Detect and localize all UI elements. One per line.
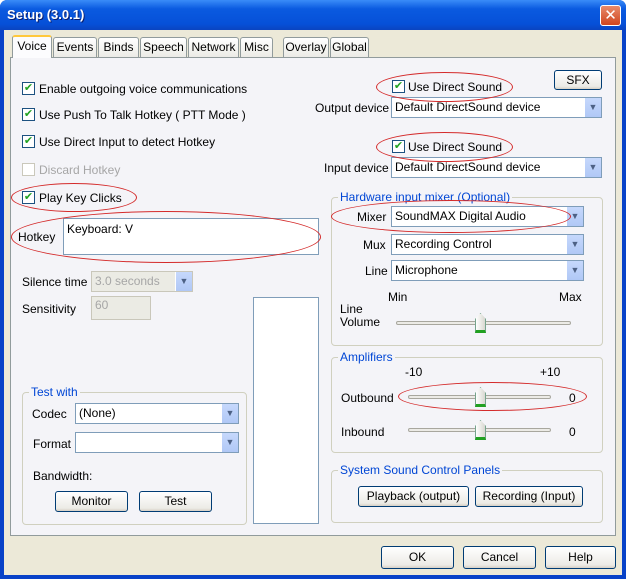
input-direct-sound-checkbox[interactable]: ✔	[392, 140, 405, 153]
chevron-down-icon: ▼	[221, 404, 238, 423]
sound-panels-title: System Sound Control Panels	[338, 463, 503, 477]
line-value: Microphone	[395, 263, 458, 277]
inbound-label: Inbound	[341, 425, 385, 439]
window-title: Setup (3.0.1)	[7, 7, 85, 22]
playback-button[interactable]: Playback (output)	[358, 486, 469, 507]
mixer-value: SoundMAX Digital Audio	[395, 209, 526, 223]
chevron-down-icon: ▼	[175, 272, 192, 291]
help-button[interactable]: Help	[545, 546, 616, 569]
tab-events[interactable]: Events	[53, 37, 97, 57]
line-select[interactable]: Microphone ▼	[391, 260, 584, 281]
play-key-clicks-checkbox[interactable]: ✔	[22, 191, 35, 204]
mux-label: Mux	[363, 238, 386, 252]
ptt-checkbox[interactable]: ✔	[22, 108, 35, 121]
codec-value: (None)	[79, 406, 116, 420]
amplifier-min: -10	[405, 365, 423, 379]
tab-speech[interactable]: Speech	[140, 37, 187, 57]
inbound-value: 0	[569, 425, 576, 439]
play-key-clicks-label: Play Key Clicks	[39, 191, 122, 205]
tab-network[interactable]: Network	[188, 37, 239, 57]
input-device-value: Default DirectSound device	[395, 160, 541, 174]
chevron-down-icon: ▼	[584, 98, 601, 117]
mixer-select[interactable]: SoundMAX Digital Audio ▼	[391, 206, 584, 227]
test-with-title: Test with	[29, 385, 80, 399]
codec-label: Codec	[32, 407, 67, 421]
output-device-select[interactable]: Default DirectSound device ▼	[391, 97, 602, 118]
chevron-down-icon: ▼	[584, 158, 601, 177]
enable-outgoing-checkbox[interactable]: ✔	[22, 82, 35, 95]
hotkey-field[interactable]: Keyboard: V	[63, 218, 319, 255]
test-button[interactable]: Test	[139, 491, 212, 512]
sensitivity-label: Sensitivity	[22, 302, 77, 316]
input-device-label: Input device	[324, 161, 389, 175]
mixer-label: Mixer	[357, 210, 387, 224]
hardware-mixer-title: Hardware input mixer (Optional)	[338, 190, 513, 204]
title-bar[interactable]: Setup (3.0.1) ✕	[0, 0, 626, 30]
silence-time-select[interactable]: 3.0 seconds ▼	[91, 271, 193, 292]
outbound-value: 0	[569, 391, 576, 405]
output-device-label: Output device	[315, 101, 390, 115]
line-volume-max: Max	[559, 290, 582, 304]
tab-voice[interactable]: Voice	[12, 35, 52, 58]
recording-button[interactable]: Recording (Input)	[475, 486, 583, 507]
monitor-button[interactable]: Monitor	[55, 491, 128, 512]
silence-time-value: 3.0 seconds	[95, 274, 160, 288]
amplifiers-title: Amplifiers	[338, 350, 395, 364]
chevron-down-icon: ▼	[566, 261, 583, 280]
tab-misc[interactable]: Misc	[240, 37, 273, 57]
bandwidth-label: Bandwidth:	[33, 469, 93, 483]
outbound-label: Outbound	[341, 391, 394, 405]
format-label: Format	[33, 437, 72, 451]
sfx-button[interactable]: SFX	[554, 70, 602, 90]
direct-input-label: Use Direct Input to detect Hotkey	[39, 135, 216, 149]
output-direct-sound-label: Use Direct Sound	[408, 80, 503, 94]
direct-input-checkbox[interactable]: ✔	[22, 135, 35, 148]
line-volume-label: Line Volume	[340, 302, 381, 329]
output-direct-sound-checkbox[interactable]: ✔	[392, 80, 405, 93]
chevron-down-icon: ▼	[566, 207, 583, 226]
level-listbox[interactable]	[253, 297, 319, 524]
ptt-label: Use Push To Talk Hotkey ( PTT Mode )	[39, 108, 246, 122]
close-button[interactable]: ✕	[600, 5, 621, 26]
mux-value: Recording Control	[395, 237, 492, 251]
cancel-button[interactable]: Cancel	[463, 546, 536, 569]
input-device-select[interactable]: Default DirectSound device ▼	[391, 157, 602, 178]
enable-outgoing-label: Enable outgoing voice communications	[39, 82, 248, 96]
chevron-down-icon: ▼	[566, 235, 583, 254]
line-label: Line	[365, 264, 388, 278]
tab-binds[interactable]: Binds	[98, 37, 139, 57]
line-volume-min: Min	[388, 290, 408, 304]
input-direct-sound-label: Use Direct Sound	[408, 140, 503, 154]
hotkey-label: Hotkey	[18, 230, 56, 244]
sensitivity-field[interactable]: 60	[91, 296, 151, 320]
chevron-down-icon: ▼	[221, 433, 238, 452]
tab-overlay[interactable]: Overlay	[283, 37, 329, 57]
discard-hotkey-checkbox[interactable]	[22, 163, 35, 176]
ok-button[interactable]: OK	[381, 546, 454, 569]
codec-select[interactable]: (None) ▼	[75, 403, 239, 424]
output-device-value: Default DirectSound device	[395, 100, 541, 114]
mux-select[interactable]: Recording Control ▼	[391, 234, 584, 255]
format-select[interactable]: ▼	[75, 432, 239, 453]
silence-time-label: Silence time	[22, 275, 88, 289]
discard-hotkey-label: Discard Hotkey	[39, 163, 121, 177]
amplifier-max: +10	[540, 365, 561, 379]
tab-global[interactable]: Global	[330, 37, 369, 57]
